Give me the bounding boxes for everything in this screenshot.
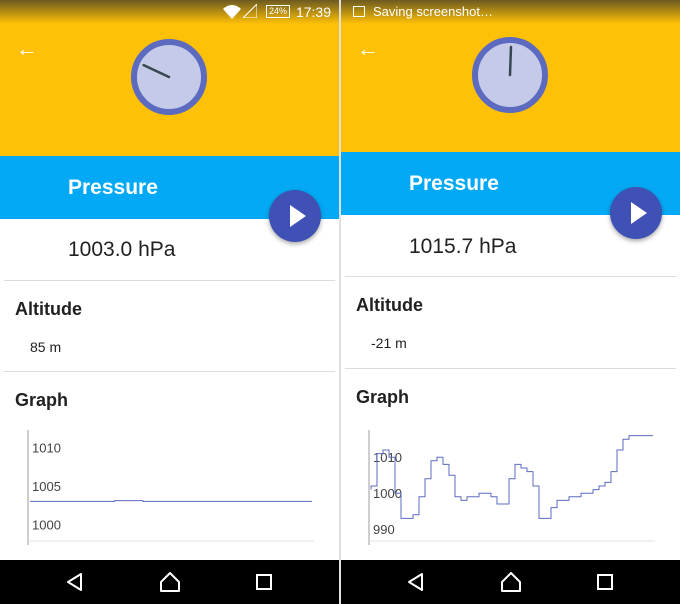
recents-nav-icon[interactable]: [252, 570, 276, 594]
back-nav-icon[interactable]: [404, 570, 428, 594]
back-arrow-icon[interactable]: ←: [16, 38, 38, 60]
status-time: 17:39: [295, 4, 331, 20]
y-tick-label: 1000: [32, 518, 61, 533]
pressure-series-line: [30, 500, 312, 502]
divider: [345, 368, 676, 369]
page-title: Pressure: [68, 176, 158, 199]
status-bar: 24% 17:39: [0, 0, 339, 24]
pressure-series-line: [370, 435, 653, 519]
image-icon: [353, 6, 365, 17]
back-arrow-icon[interactable]: ←: [357, 38, 379, 60]
pressure-graph: 10101000990: [368, 430, 655, 545]
screen-right: Saving screenshot… ← Pressure 1015.7 hPa…: [341, 0, 680, 604]
recents-nav-icon[interactable]: [593, 570, 617, 594]
screen-left: 24% 17:39 ← Pressure 1003.0 hPa Altitude…: [0, 0, 339, 604]
pressure-reading: 1015.7 hPa: [409, 235, 517, 258]
page-title: Pressure: [409, 172, 499, 195]
nav-bar: [0, 560, 339, 604]
gauge-needle: [508, 45, 513, 77]
pressure-reading: 1003.0 hPa: [68, 238, 176, 261]
wifi-icon: [223, 5, 241, 19]
signal-icon: [243, 4, 257, 18]
play-button[interactable]: [610, 187, 662, 239]
gauge-icon: [472, 37, 548, 113]
y-tick-label: 990: [373, 522, 395, 537]
status-bar: Saving screenshot…: [341, 0, 680, 24]
altitude-value: 85 m: [30, 339, 62, 355]
altitude-heading: Altitude: [356, 295, 423, 315]
y-tick-label: 1005: [32, 479, 61, 494]
home-nav-icon[interactable]: [158, 570, 182, 594]
gauge-icon: [131, 39, 207, 115]
divider: [4, 280, 335, 281]
divider: [4, 371, 335, 372]
home-nav-icon[interactable]: [499, 570, 523, 594]
back-nav-icon[interactable]: [63, 570, 87, 594]
battery-indicator: 24%: [265, 5, 290, 18]
notification-text: Saving screenshot…: [373, 4, 493, 19]
altitude-value: -21 m: [371, 335, 407, 351]
y-tick-label: 1000: [373, 486, 402, 501]
play-button[interactable]: [269, 190, 321, 242]
y-tick-label: 1010: [32, 440, 61, 455]
nav-bar: [341, 560, 680, 604]
graph-heading: Graph: [356, 387, 410, 407]
graph-heading: Graph: [15, 390, 69, 410]
divider: [345, 276, 676, 277]
altitude-heading: Altitude: [15, 299, 82, 319]
pressure-graph: 1010 1005 1000: [27, 430, 314, 545]
